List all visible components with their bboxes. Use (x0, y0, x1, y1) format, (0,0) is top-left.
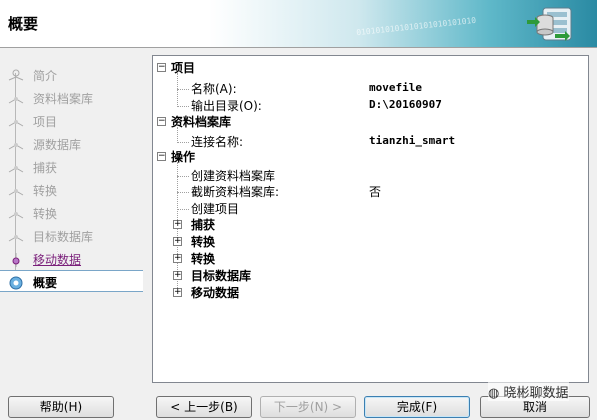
project-name-label: 名称(A): (191, 82, 237, 96)
expand-toggle[interactable]: + (173, 288, 182, 297)
op-create-project: 创建项目 (191, 202, 240, 216)
back-button[interactable]: < 上一步(B) (156, 396, 252, 418)
step-label: 简介 (33, 69, 58, 83)
output-dir-label: 输出目录(O): (191, 99, 262, 113)
page-title: 概要 (8, 15, 39, 33)
step-pending-icon (8, 189, 24, 196)
wechat-icon: ◍ (488, 386, 500, 401)
step-capture: 捕获 (0, 156, 143, 178)
step-target-db: 目标数据库 (0, 225, 143, 247)
finish-button[interactable]: 完成(F) (364, 396, 470, 418)
op-move-data[interactable]: 移动数据 (191, 284, 239, 301)
step-project: 项目 (0, 110, 143, 132)
step-label: 移动数据 (33, 253, 82, 267)
expand-toggle[interactable]: + (173, 220, 182, 229)
summary-tree[interactable]: − 项目 名称(A): movefile 输出目录(O): D:\2016090… (152, 55, 589, 383)
step-label: 资料档案库 (33, 92, 94, 106)
step-label: 项目 (33, 115, 58, 129)
op-truncate-repository-label: 截断资料档案库: (191, 185, 280, 199)
watermark-label: 晓彬聊数据 (503, 386, 569, 401)
expand-toggle[interactable]: + (173, 237, 182, 246)
output-dir-value: D:\20160907 (369, 98, 442, 111)
database-wizard-icon (527, 7, 572, 41)
op-capture[interactable]: 捕获 (191, 216, 215, 233)
step-label: 目标数据库 (33, 230, 94, 244)
next-button[interactable]: 下一步(N) > (260, 396, 356, 418)
tree-connector (177, 176, 189, 177)
connection-name-label: 连接名称: (191, 135, 244, 149)
tree-connector (177, 209, 189, 210)
wizard-steps-panel: 简介 资料档案库 项目 源数据库 捕获 转换 转换 目标数据库 移动数据 概要 (0, 49, 145, 386)
step-pending-icon (8, 235, 24, 242)
watermark-text: ◍ 晓彬聊数据 (488, 382, 569, 401)
tree-node-project[interactable]: 项目 (171, 59, 195, 76)
tree-connector (177, 142, 189, 143)
step-done-icon (12, 253, 20, 267)
step-source-db: 源数据库 (0, 133, 143, 155)
op-convert-2[interactable]: 转换 (191, 250, 215, 267)
wizard-header: 概要 0101010101010101010101010 (0, 0, 597, 48)
step-pending-icon (8, 212, 24, 219)
connection-name-value: tianzhi_smart (369, 134, 456, 147)
step-pending-icon (8, 143, 24, 150)
step-pending-icon (8, 97, 24, 104)
step-summary[interactable]: 概要 (0, 270, 143, 292)
tree-connector (177, 73, 178, 107)
step-pending-icon (8, 120, 24, 127)
op-target-db[interactable]: 目标数据库 (191, 267, 251, 284)
collapse-toggle[interactable]: − (157, 117, 166, 126)
tree-connector (177, 89, 189, 90)
collapse-toggle[interactable]: − (157, 152, 166, 161)
expand-toggle[interactable]: + (173, 271, 182, 280)
tree-node-repository[interactable]: 资料档案库 (171, 113, 231, 130)
binary-decoration: 0101010101010101010101010 (355, 15, 477, 38)
step-repository: 资料档案库 (0, 87, 143, 109)
tree-connector (177, 192, 189, 193)
step-convert-2: 转换 (0, 202, 143, 224)
op-convert-1[interactable]: 转换 (191, 233, 215, 250)
collapse-toggle[interactable]: − (157, 63, 166, 72)
tree-connector (177, 106, 189, 107)
project-name-value: movefile (369, 81, 422, 94)
step-label: 源数据库 (33, 138, 82, 152)
step-pending-icon (8, 69, 24, 81)
step-current-icon (9, 276, 23, 290)
step-label: 转换 (33, 207, 58, 221)
step-convert-1: 转换 (0, 179, 143, 201)
step-pending-icon (8, 166, 24, 173)
tree-node-operations[interactable]: 操作 (171, 148, 195, 165)
step-intro: 简介 (0, 64, 143, 86)
expand-toggle[interactable]: + (173, 254, 182, 263)
help-button[interactable]: 帮助(H) (8, 396, 114, 418)
step-move-data[interactable]: 移动数据 (0, 248, 143, 270)
step-label: 捕获 (33, 161, 58, 175)
step-label: 概要 (33, 276, 58, 290)
op-truncate-repository-value: 否 (369, 185, 382, 199)
step-label: 转换 (33, 184, 58, 198)
op-create-repository: 创建资料档案库 (191, 169, 276, 183)
